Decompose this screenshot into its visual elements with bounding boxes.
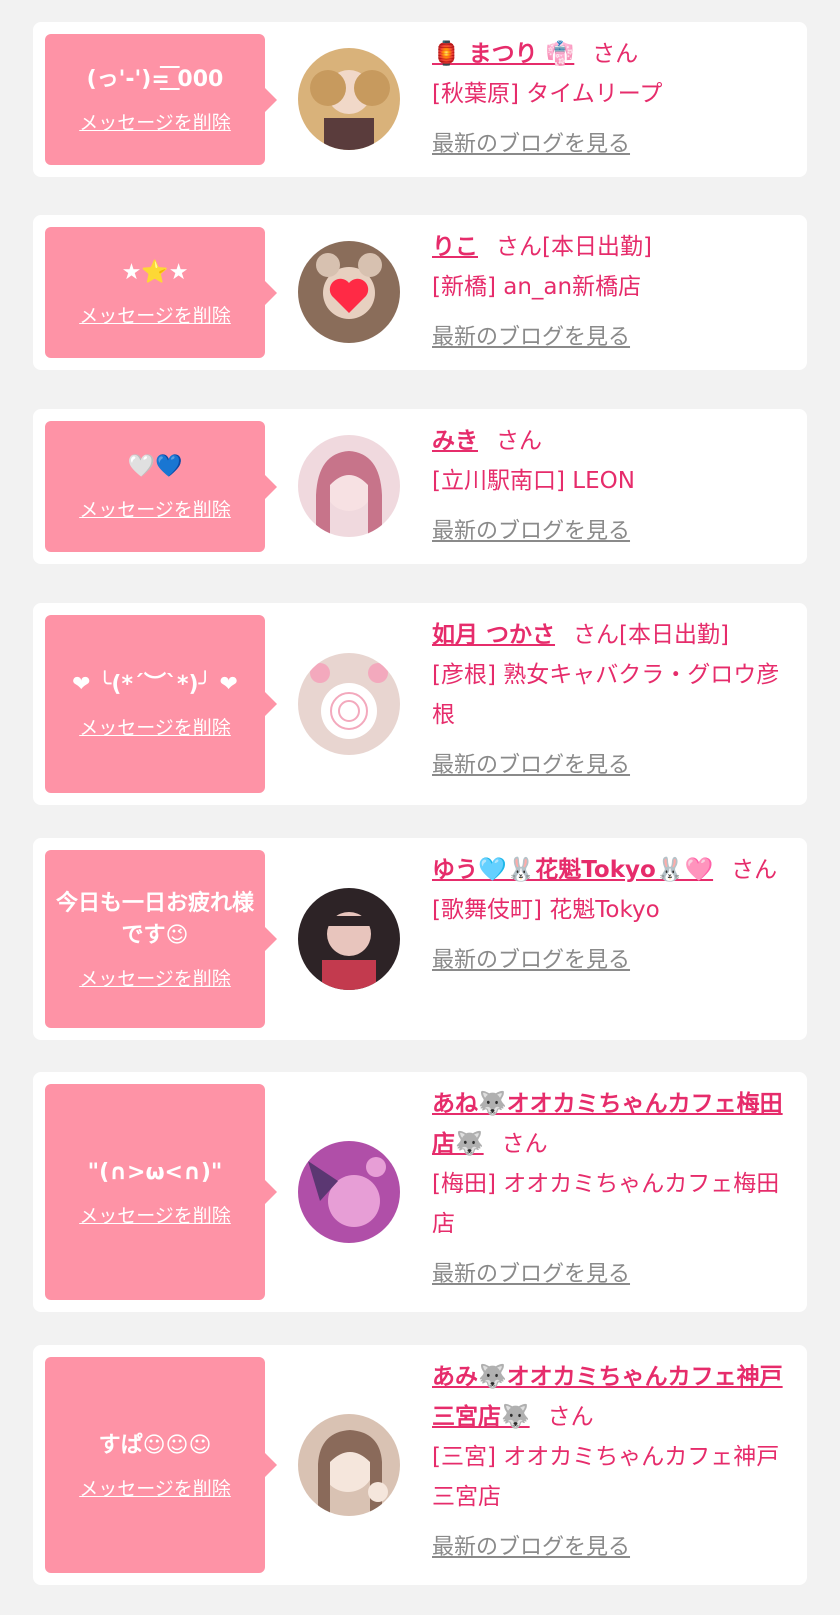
avatar[interactable] <box>298 435 400 537</box>
message-text: すぱ☺☺☺ <box>98 1432 212 1458</box>
status-label: [本日出勤] <box>619 622 729 648</box>
delete-message-link[interactable]: メッセージを削除 <box>79 1474 231 1501</box>
message-text: ❤ ╰(*´︶`*)╯ ❤ <box>72 671 238 697</box>
message-bubble: ❤ ╰(*´︶`*)╯ ❤ メッセージを削除 <box>45 615 277 793</box>
message-text: (っ'-')=͟͟͞͞ 000 <box>86 67 224 92</box>
honorific: さん <box>496 428 542 454</box>
shop-label: [秋葉原] タイムリープ <box>432 81 663 107</box>
cast-name-line: みき さん <box>432 421 795 461</box>
latest-blog-link[interactable]: 最新のブログを見る <box>432 513 630 545</box>
message-text: "(∩>ω<∩)" <box>87 1159 223 1185</box>
avatar[interactable] <box>298 653 400 755</box>
delete-message-link[interactable]: メッセージを削除 <box>79 964 231 991</box>
cast-name-link[interactable]: 如月 つかさ <box>432 622 555 648</box>
cast-name-link[interactable]: りこ <box>432 234 478 260</box>
message-bubble: "(∩>ω<∩)" メッセージを削除 <box>45 1084 277 1300</box>
avatar[interactable] <box>298 241 400 343</box>
latest-blog-link[interactable]: 最新のブログを見る <box>432 319 630 351</box>
honorific: さん <box>496 234 542 260</box>
message-bubble: 今日も一日お疲れ様です😉 メッセージを削除 <box>45 850 277 1028</box>
message-card: すぱ☺☺☺ メッセージを削除 あみ🐺オオカミちゃんカフェ神戸三宮店🐺 さん [三宮… <box>33 1345 807 1585</box>
latest-blog-link[interactable]: 最新のブログを見る <box>432 1529 630 1561</box>
delete-message-link[interactable]: メッセージを削除 <box>79 495 231 522</box>
cast-name-link[interactable]: あね🐺オオカミちゃんカフェ梅田店🐺 <box>432 1091 783 1157</box>
message-text: 🤍💙 <box>127 454 183 479</box>
cast-info: ゆう🩵🐰花魁Tokyo🐰🩷 さん [歌舞伎町] 花魁Tokyo 最新のブログを見る <box>432 850 795 974</box>
cast-info: みき さん [立川駅南口] LEON 最新のブログを見る <box>432 421 795 545</box>
message-card: ★⭐★ メッセージを削除 りこ さん[本日出勤] [新橋] an_an新橋店 最新… <box>33 215 807 370</box>
latest-blog-link[interactable]: 最新のブログを見る <box>432 942 630 974</box>
message-card: (っ'-')=͟͟͞͞ 000 メッセージを削除 🏮 まつり 👘 さん [秋葉原]… <box>33 22 807 177</box>
shop-label: [三宮] オオカミちゃんカフェ神戸三宮店 <box>432 1444 780 1510</box>
shop-label: [梅田] オオカミちゃんカフェ梅田店 <box>432 1171 780 1237</box>
cast-name-link[interactable]: ゆう🩵🐰花魁Tokyo🐰🩷 <box>432 857 713 883</box>
avatar[interactable] <box>298 1141 400 1243</box>
shop-label: [歌舞伎町] 花魁Tokyo <box>432 897 660 923</box>
cast-name-line: りこ さん[本日出勤] <box>432 227 795 267</box>
message-text: 今日も一日お疲れ様です😉 <box>55 890 254 948</box>
message-card: 🤍💙 メッセージを削除 みき さん [立川駅南口] LEON 最新のブログを見る <box>33 409 807 564</box>
message-bubble: 🤍💙 メッセージを削除 <box>45 421 277 552</box>
cast-name-line: 🏮 まつり 👘 さん <box>432 34 795 74</box>
cast-info: 🏮 まつり 👘 さん [秋葉原] タイムリープ 最新のブログを見る <box>432 34 795 158</box>
honorific: さん <box>731 857 778 883</box>
delete-message-link[interactable]: メッセージを削除 <box>79 1201 231 1228</box>
cast-name-line: あね🐺オオカミちゃんカフェ梅田店🐺 さん <box>432 1084 795 1164</box>
cast-name-link[interactable]: みき <box>432 428 478 454</box>
latest-blog-link[interactable]: 最新のブログを見る <box>432 747 630 779</box>
cast-info: りこ さん[本日出勤] [新橋] an_an新橋店 最新のブログを見る <box>432 227 795 351</box>
message-card: ❤ ╰(*´︶`*)╯ ❤ メッセージを削除 如月 つかさ さん[本日出勤] [彦… <box>33 603 807 805</box>
cast-info: あみ🐺オオカミちゃんカフェ神戸三宮店🐺 さん [三宮] オオカミちゃんカフェ神戸三… <box>432 1357 795 1561</box>
message-bubble: ★⭐★ メッセージを削除 <box>45 227 277 358</box>
message-card: 今日も一日お疲れ様です😉 メッセージを削除 ゆう🩵🐰花魁Tokyo🐰🩷 さん [歌… <box>33 838 807 1040</box>
message-list: (っ'-')=͟͟͞͞ 000 メッセージを削除 🏮 まつり 👘 さん [秋葉原]… <box>0 0 840 1615</box>
delete-message-link[interactable]: メッセージを削除 <box>79 301 231 328</box>
honorific: さん <box>547 1404 594 1430</box>
avatar[interactable] <box>298 888 400 990</box>
cast-info: 如月 つかさ さん[本日出勤] [彦根] 熟女キャバクラ・グロウ彦根 最新のブログ… <box>432 615 795 779</box>
cast-name-line: あみ🐺オオカミちゃんカフェ神戸三宮店🐺 さん <box>432 1357 795 1437</box>
shop-label: [立川駅南口] LEON <box>432 468 635 494</box>
shop-label: [彦根] 熟女キャバクラ・グロウ彦根 <box>432 662 780 728</box>
honorific: さん <box>592 41 639 67</box>
delete-message-link[interactable]: メッセージを削除 <box>79 713 231 740</box>
latest-blog-link[interactable]: 最新のブログを見る <box>432 126 630 158</box>
avatar[interactable] <box>298 1414 400 1516</box>
cast-name-line: 如月 つかさ さん[本日出勤] <box>432 615 795 655</box>
shop-label: [新橋] an_an新橋店 <box>432 274 642 300</box>
message-bubble: (っ'-')=͟͟͞͞ 000 メッセージを削除 <box>45 34 277 165</box>
cast-name-line: ゆう🩵🐰花魁Tokyo🐰🩷 さん <box>432 850 795 890</box>
avatar[interactable] <box>298 48 400 150</box>
delete-message-link[interactable]: メッセージを削除 <box>79 108 231 135</box>
cast-info: あね🐺オオカミちゃんカフェ梅田店🐺 さん [梅田] オオカミちゃんカフェ梅田店 最… <box>432 1084 795 1288</box>
cast-name-link[interactable]: あみ🐺オオカミちゃんカフェ神戸三宮店🐺 <box>432 1364 783 1430</box>
message-bubble: すぱ☺☺☺ メッセージを削除 <box>45 1357 277 1573</box>
cast-name-link[interactable]: 🏮 まつり 👘 <box>432 41 574 67</box>
message-card: "(∩>ω<∩)" メッセージを削除 あね🐺オオカミちゃんカフェ梅田店🐺 さん [… <box>33 1072 807 1312</box>
honorific: さん <box>573 622 620 648</box>
status-label: [本日出勤] <box>542 234 652 260</box>
message-text: ★⭐★ <box>121 260 189 285</box>
latest-blog-link[interactable]: 最新のブログを見る <box>432 1256 630 1288</box>
honorific: さん <box>501 1131 548 1157</box>
